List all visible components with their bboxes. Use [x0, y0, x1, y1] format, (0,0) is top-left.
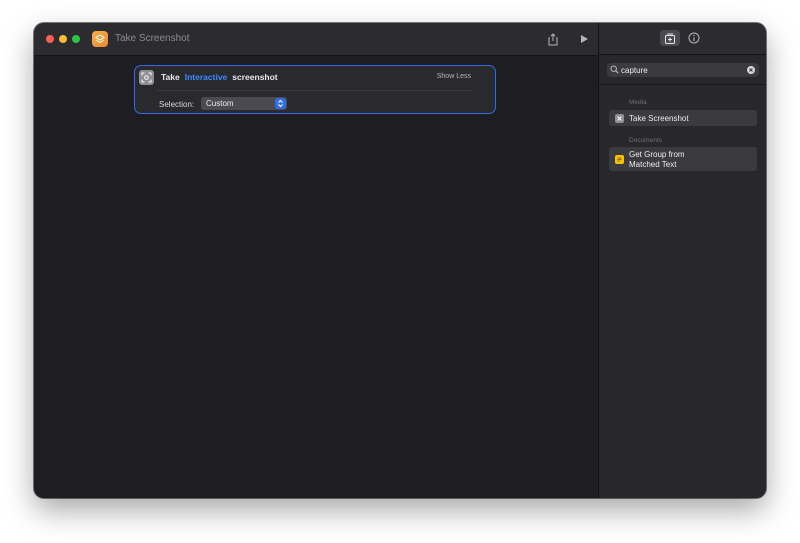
share-icon [548, 32, 558, 45]
selection-label: Selection: [159, 100, 195, 109]
selection-popup[interactable]: Custom [201, 97, 287, 110]
window-title: Take Screenshot [115, 33, 190, 44]
search-icon [610, 65, 619, 74]
add-to-library-icon [665, 33, 675, 44]
minimize-window-button[interactable] [59, 35, 67, 43]
take-screenshot-action[interactable]: Take Interactive screenshot Show Less Sele… [134, 65, 496, 114]
clear-search-button[interactable] [747, 66, 755, 74]
action-noun: screenshot [232, 72, 278, 82]
search-field[interactable] [607, 63, 759, 77]
result-label-line1: Get Group from [629, 150, 685, 159]
result-get-group-from-matched-text[interactable]: Get Group from Matched Text [609, 147, 757, 171]
clear-icon [749, 68, 753, 72]
shortcut-editor[interactable]: Take Interactive screenshot Show Less Sele… [34, 56, 598, 498]
screenshot-icon [615, 113, 624, 123]
search-input[interactable] [621, 63, 741, 77]
share-button[interactable] [545, 31, 561, 47]
sidebar-divider [599, 84, 766, 85]
info-icon [688, 32, 700, 44]
result-label-line2: Matched Text [629, 159, 677, 169]
sidebar-toolbar [599, 23, 766, 55]
section-label-documents: Documents [629, 137, 662, 144]
card-divider [157, 90, 473, 91]
selection-value: Custom [206, 99, 234, 108]
library-tab[interactable] [660, 30, 680, 46]
title-bar: Take Screenshot [34, 23, 598, 56]
result-label: Take Screenshot [629, 113, 689, 123]
result-take-screenshot[interactable]: Take Screenshot [609, 110, 757, 126]
screenshot-icon [139, 70, 154, 85]
shortcuts-window: Take Screenshot Take Interactive screensho [34, 23, 766, 498]
shortcuts-icon [92, 31, 108, 47]
details-tab[interactable] [684, 30, 704, 46]
show-less-button[interactable]: Show Less [437, 73, 471, 80]
section-label-media: Media [629, 99, 647, 106]
zoom-window-button[interactable] [72, 35, 80, 43]
run-button[interactable] [576, 31, 592, 47]
play-icon [581, 35, 588, 43]
chevron-up-down-icon [275, 98, 286, 109]
action-library-sidebar: Media Take Screenshot Documents Get Grou… [598, 23, 766, 498]
action-verb: Take [161, 72, 180, 82]
close-window-button[interactable] [46, 35, 54, 43]
text-document-icon [615, 154, 624, 164]
action-summary: Take Interactive screenshot [161, 72, 278, 82]
screenshot-type-parameter[interactable]: Interactive [185, 72, 228, 82]
